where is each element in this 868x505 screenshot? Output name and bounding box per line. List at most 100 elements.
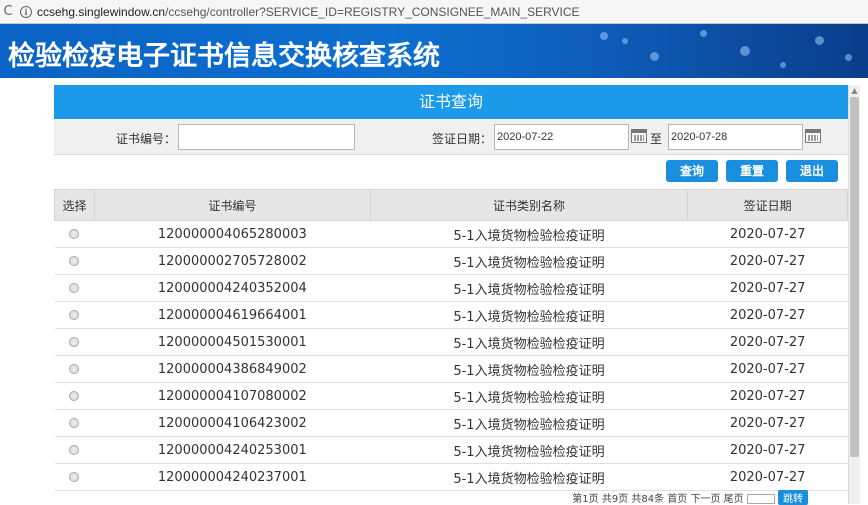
- cert-no-cell: 120000004240253001: [94, 436, 371, 464]
- scrollbar[interactable]: ▲: [848, 85, 860, 504]
- date-cell: 2020-07-27: [687, 463, 848, 491]
- cert-type-cell: 5-1入境货物检验检疫证明: [370, 328, 688, 356]
- url-text[interactable]: ccsehg.singlewindow.cn/ccsehg/controller…: [37, 5, 580, 19]
- col-header-cert-no: 证书编号: [93, 189, 371, 221]
- address-bar[interactable]: C i ccsehg.singlewindow.cn/ccsehg/contro…: [0, 0, 868, 24]
- date-to-input[interactable]: 2020-07-28: [668, 124, 803, 150]
- row-radio[interactable]: [69, 283, 80, 293]
- cert-type-cell: 5-1入境货物检验检疫证明: [370, 355, 688, 383]
- row-radio[interactable]: [69, 364, 80, 374]
- table-row[interactable]: 120000004619664001 5-1入境货物检验检疫证明 2020-07-2…: [54, 301, 848, 329]
- table-row[interactable]: 120000004240352004 5-1入境货物检验检疫证明 2020-07-2…: [54, 274, 848, 302]
- select-cell: [54, 220, 95, 248]
- cert-type-cell: 5-1入境货物检验检疫证明: [370, 301, 688, 329]
- table-row[interactable]: 120000004240237001 5-1入境货物检验检疫证明 2020-07-2…: [54, 463, 848, 491]
- pagination-text[interactable]: 第1页 共9页 共84条 首页 下一页 尾页: [572, 494, 743, 505]
- scroll-up-icon[interactable]: ▲: [849, 85, 860, 97]
- row-radio[interactable]: [69, 391, 80, 401]
- decor-dot: [815, 36, 824, 45]
- row-radio[interactable]: [69, 472, 80, 482]
- table-row[interactable]: 120000004106423002 5-1入境货物检验检疫证明 2020-07-2…: [54, 409, 848, 437]
- date-cell: 2020-07-27: [687, 409, 848, 437]
- reload-icon[interactable]: C: [0, 4, 16, 19]
- reset-button[interactable]: 重置: [726, 160, 778, 182]
- select-cell: [54, 247, 95, 275]
- table-header-row: 选择 证书编号 证书类别名称 签证日期: [54, 189, 848, 221]
- select-cell: [54, 463, 95, 491]
- select-cell: [54, 328, 95, 356]
- cert-type-cell: 5-1入境货物检验检疫证明: [370, 220, 688, 248]
- search-form: 证书编号： 签证日期： 2020-07-22 至 2020-07-28: [54, 119, 848, 155]
- table-row[interactable]: 120000004501530001 5-1入境货物检验检疫证明 2020-07-2…: [54, 328, 848, 356]
- row-radio[interactable]: [69, 445, 80, 455]
- table-row[interactable]: 120000004386849002 5-1入境货物检验检疫证明 2020-07-2…: [54, 355, 848, 383]
- results-table: 选择 证书编号 证书类别名称 签证日期 120000004065280003 5-…: [54, 189, 848, 491]
- decor-dot: [740, 46, 750, 56]
- exit-button[interactable]: 退出: [786, 160, 838, 182]
- table-row[interactable]: 120000004240253001 5-1入境货物检验检疫证明 2020-07-2…: [54, 436, 848, 464]
- table-row[interactable]: 120000004065280003 5-1入境货物检验检疫证明 2020-07-2…: [54, 220, 848, 248]
- scrollbar-thumb[interactable]: [850, 97, 859, 457]
- row-radio[interactable]: [69, 418, 80, 428]
- row-radio[interactable]: [69, 310, 80, 320]
- cert-no-cell: 120000004619664001: [94, 301, 371, 329]
- query-panel: 证书查询 证书编号： 签证日期： 2020-07-22 至 2020-07-28…: [54, 85, 848, 505]
- cert-no-cell: 120000004386849002: [94, 355, 371, 383]
- go-button[interactable]: 跳转: [778, 490, 808, 505]
- cert-type-cell: 5-1入境货物检验检疫证明: [370, 409, 688, 437]
- select-cell: [54, 409, 95, 437]
- cert-no-input[interactable]: [178, 124, 355, 150]
- date-cell: 2020-07-27: [687, 274, 848, 302]
- calendar-icon[interactable]: [805, 129, 821, 143]
- cert-type-cell: 5-1入境货物检验检疫证明: [370, 382, 688, 410]
- date-label: 签证日期：: [432, 132, 493, 146]
- cert-no-cell: 120000004107080002: [94, 382, 371, 410]
- cert-no-cell: 120000004065280003: [94, 220, 371, 248]
- select-cell: [54, 301, 95, 329]
- calendar-icon[interactable]: [631, 129, 647, 143]
- col-header-date: 签证日期: [687, 189, 848, 221]
- date-cell: 2020-07-27: [687, 301, 848, 329]
- date-cell: 2020-07-27: [687, 382, 848, 410]
- decor-dot: [845, 54, 852, 61]
- decor-dot: [700, 30, 707, 37]
- cert-no-label: 证书编号：: [116, 132, 177, 146]
- col-header-select: 选择: [54, 189, 95, 221]
- table-row[interactable]: 120000002705728002 5-1入境货物检验检疫证明 2020-07-2…: [54, 247, 848, 275]
- url-domain: ccsehg.singlewindow.cn: [37, 4, 166, 19]
- decor-dot: [622, 38, 628, 44]
- col-header-cert-type: 证书类别名称: [369, 189, 689, 221]
- cert-no-cell: 120000004240352004: [94, 274, 371, 302]
- cert-type-cell: 5-1入境货物检验检疫证明: [370, 247, 688, 275]
- select-cell: [54, 274, 95, 302]
- date-cell: 2020-07-27: [687, 328, 848, 356]
- row-radio[interactable]: [69, 256, 80, 266]
- panel-title: 证书查询: [54, 85, 848, 119]
- cert-type-cell: 5-1入境货物检验检疫证明: [370, 436, 688, 464]
- cert-no-cell: 120000004106423002: [94, 409, 371, 437]
- info-icon[interactable]: i: [20, 5, 32, 18]
- url-path: /ccsehg/controller?SERVICE_ID=REGISTRY_C…: [165, 4, 580, 19]
- decor-dot: [600, 32, 608, 40]
- system-title: 检验检疫电子证书信息交换核查系统: [8, 41, 440, 72]
- date-cell: 2020-07-27: [687, 355, 848, 383]
- date-cell: 2020-07-27: [687, 436, 848, 464]
- decor-dot: [780, 62, 786, 68]
- date-from-input[interactable]: 2020-07-22: [494, 124, 629, 150]
- date-cell: 2020-07-27: [687, 247, 848, 275]
- pagination: 第1页 共9页 共84条 首页 下一页 尾页 跳转: [54, 490, 848, 505]
- cert-type-cell: 5-1入境货物检验检疫证明: [370, 274, 688, 302]
- table-row[interactable]: 120000004107080002 5-1入境货物检验检疫证明 2020-07-2…: [54, 382, 848, 410]
- select-cell: [54, 436, 95, 464]
- cert-type-cell: 5-1入境货物检验检疫证明: [370, 463, 688, 491]
- row-radio[interactable]: [69, 229, 80, 239]
- date-cell: 2020-07-27: [687, 220, 848, 248]
- decor-dot: [650, 52, 659, 61]
- cert-no-cell: 120000002705728002: [94, 247, 371, 275]
- page-number-input[interactable]: [746, 494, 775, 504]
- cert-no-cell: 120000004240237001: [94, 463, 371, 491]
- row-radio[interactable]: [69, 337, 80, 347]
- query-button[interactable]: 查询: [666, 160, 718, 182]
- header-banner: 检验检疫电子证书信息交换核查系统: [0, 24, 868, 78]
- select-cell: [54, 382, 95, 410]
